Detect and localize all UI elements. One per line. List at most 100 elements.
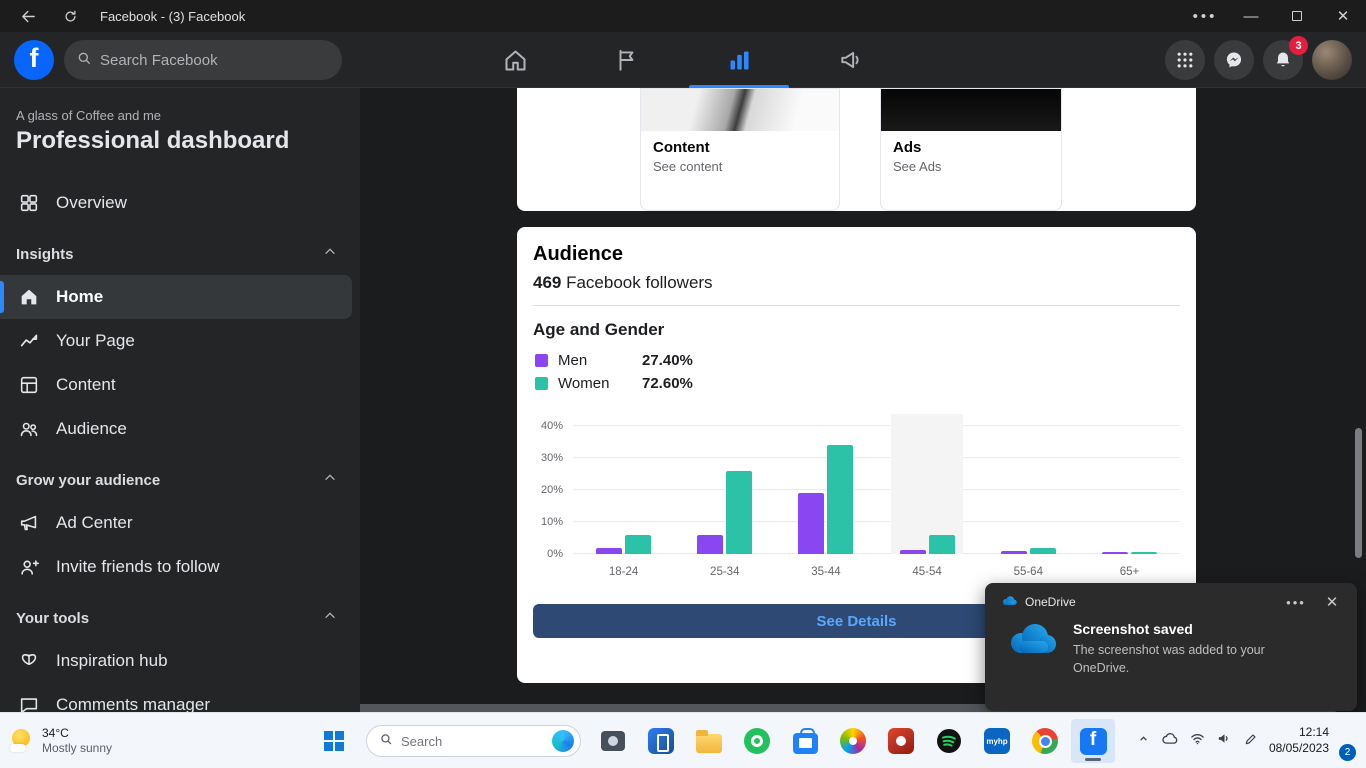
sidebar-item-audience[interactable]: Audience <box>0 407 352 451</box>
bar-women-55-64[interactable] <box>1029 547 1056 554</box>
content-tile[interactable]: Content See content <box>640 88 840 211</box>
bar-women-45-54[interactable] <box>928 534 955 554</box>
tile-subtitle[interactable]: See content <box>653 159 827 174</box>
sidebar-item-ad-center[interactable]: Ad Center <box>0 501 352 545</box>
maximize-button[interactable] <box>1274 0 1320 32</box>
section-your-tools[interactable]: Your tools <box>0 597 360 639</box>
facebook-header: f Search Facebook 3 <box>0 32 1366 88</box>
bar-men-35-44[interactable] <box>798 493 825 554</box>
bar-group-18-24[interactable] <box>573 404 674 554</box>
volume-icon[interactable] <box>1216 730 1233 752</box>
notifications-icon[interactable]: 3 <box>1263 36 1308 80</box>
tray-chevron-up-icon[interactable] <box>1136 731 1151 751</box>
onedrive-toast: OneDrive ••• ✕ Screenshot saved The scre… <box>985 583 1357 711</box>
audience-title: Audience <box>533 243 624 265</box>
sidebar-item-home[interactable]: Home <box>0 275 352 319</box>
legend-item-women: Women 72.60% <box>535 375 1180 392</box>
y-tick-label: 20% <box>540 484 563 496</box>
content-thumbnail <box>641 89 839 131</box>
bar-men-65+[interactable] <box>1101 552 1128 554</box>
tile-title: Ads <box>893 139 922 156</box>
photos-app-icon[interactable] <box>831 719 875 763</box>
section-insights[interactable]: Insights <box>0 233 360 275</box>
apps-menu-icon[interactable] <box>1165 40 1205 80</box>
x-tick-label: 45-54 <box>912 566 942 578</box>
phone-link-icon[interactable] <box>639 719 683 763</box>
bar-group-55-64[interactable] <box>978 404 1079 554</box>
search-input[interactable] <box>100 51 310 69</box>
sidebar-item-content[interactable]: Content <box>0 363 352 407</box>
profile-avatar[interactable] <box>1312 40 1352 80</box>
red-app-icon[interactable] <box>879 719 923 763</box>
tile-subtitle[interactable]: See Ads <box>893 159 1049 174</box>
myhp-app-icon[interactable]: myhp <box>975 719 1019 763</box>
more-options-icon[interactable]: ••• <box>1182 0 1228 32</box>
notification-center-badge[interactable]: 2 <box>1339 744 1356 761</box>
facebook-search[interactable] <box>64 40 342 80</box>
tray-time: 12:14 <box>1298 725 1329 740</box>
bar-women-25-34[interactable] <box>726 470 753 554</box>
microsoft-store-icon[interactable] <box>783 719 827 763</box>
toast-close-icon[interactable]: ✕ <box>1319 593 1345 611</box>
taskbar-search[interactable] <box>366 725 581 757</box>
back-icon[interactable] <box>14 2 42 30</box>
ads-thumbnail <box>881 89 1061 131</box>
sidebar-item-label: Ad Center <box>56 513 133 532</box>
weather-widget[interactable]: 34°C Mostly sunny <box>10 713 112 768</box>
bar-women-18-24[interactable] <box>625 534 652 554</box>
tab-insights[interactable] <box>683 32 795 88</box>
minimize-button[interactable]: — <box>1228 0 1274 32</box>
bar-group-35-44[interactable] <box>775 404 876 554</box>
sidebar-item-label: Home <box>56 287 104 306</box>
tab-pages[interactable] <box>571 32 683 88</box>
butterfly-icon <box>16 650 42 672</box>
close-button[interactable]: ✕ <box>1320 0 1366 32</box>
bar-women-35-44[interactable] <box>827 445 854 554</box>
sidebar-item-label: Your Page <box>56 331 135 350</box>
notifications-badge: 3 <box>1289 36 1308 55</box>
taskbar-search-input[interactable] <box>401 733 531 749</box>
pen-icon[interactable] <box>1243 731 1259 752</box>
camera-app-icon[interactable] <box>591 719 635 763</box>
sidebar-item-inspiration-hub[interactable]: Inspiration hub <box>0 639 352 683</box>
people-icon <box>16 418 42 440</box>
vertical-scrollbar[interactable] <box>1355 428 1362 558</box>
weather-icon <box>10 729 34 753</box>
toast-more-icon[interactable]: ••• <box>1281 595 1311 610</box>
spotify-icon[interactable] <box>927 719 971 763</box>
facebook-app-icon[interactable]: f <box>1071 719 1115 763</box>
sidebar-item-your-page[interactable]: Your Page <box>0 319 352 363</box>
bar-group-45-54[interactable] <box>877 404 978 554</box>
active-app-indicator <box>1085 758 1101 761</box>
file-explorer-icon[interactable] <box>687 719 731 763</box>
bar-group-25-34[interactable] <box>674 404 775 554</box>
ads-tile[interactable]: Ads See Ads <box>880 88 1062 211</box>
tray-onedrive-icon[interactable] <box>1161 730 1179 753</box>
start-button[interactable] <box>312 719 356 763</box>
chrome-icon[interactable] <box>1023 719 1067 763</box>
bar-group-65+[interactable] <box>1079 404 1180 554</box>
bar-women-65+[interactable] <box>1130 552 1157 554</box>
screen: Facebook - (3) Facebook ••• — ✕ f Search… <box>0 0 1366 768</box>
y-tick-label: 40% <box>540 420 563 432</box>
refresh-icon[interactable] <box>56 2 84 30</box>
messenger-icon[interactable] <box>1214 40 1254 80</box>
section-grow-your-audience[interactable]: Grow your audience <box>0 459 360 501</box>
followers-count: 469 Facebook followers <box>533 273 1180 293</box>
bar-men-25-34[interactable] <box>697 534 724 554</box>
taskbar: 34°C Mostly sunny Search myhp f 12:14 08… <box>0 712 1366 768</box>
section-label: Your tools <box>16 609 90 627</box>
age-gender-title: Age and Gender <box>533 320 665 339</box>
sidebar-item-invite-friends[interactable]: Invite friends to follow <box>0 545 352 589</box>
clock[interactable]: 12:14 08/05/2023 <box>1269 725 1329 756</box>
tab-home[interactable] <box>459 32 571 88</box>
wifi-icon[interactable] <box>1189 730 1206 752</box>
bar-men-45-54[interactable] <box>899 550 926 554</box>
tab-ads[interactable] <box>795 32 907 88</box>
green-app-icon[interactable] <box>735 719 779 763</box>
facebook-logo[interactable]: f <box>14 40 54 80</box>
bar-men-55-64[interactable] <box>1000 551 1027 554</box>
sidebar-item-overview[interactable]: Overview <box>0 181 352 225</box>
sidebar-item-label: Content <box>56 375 116 394</box>
bar-men-18-24[interactable] <box>596 547 623 554</box>
